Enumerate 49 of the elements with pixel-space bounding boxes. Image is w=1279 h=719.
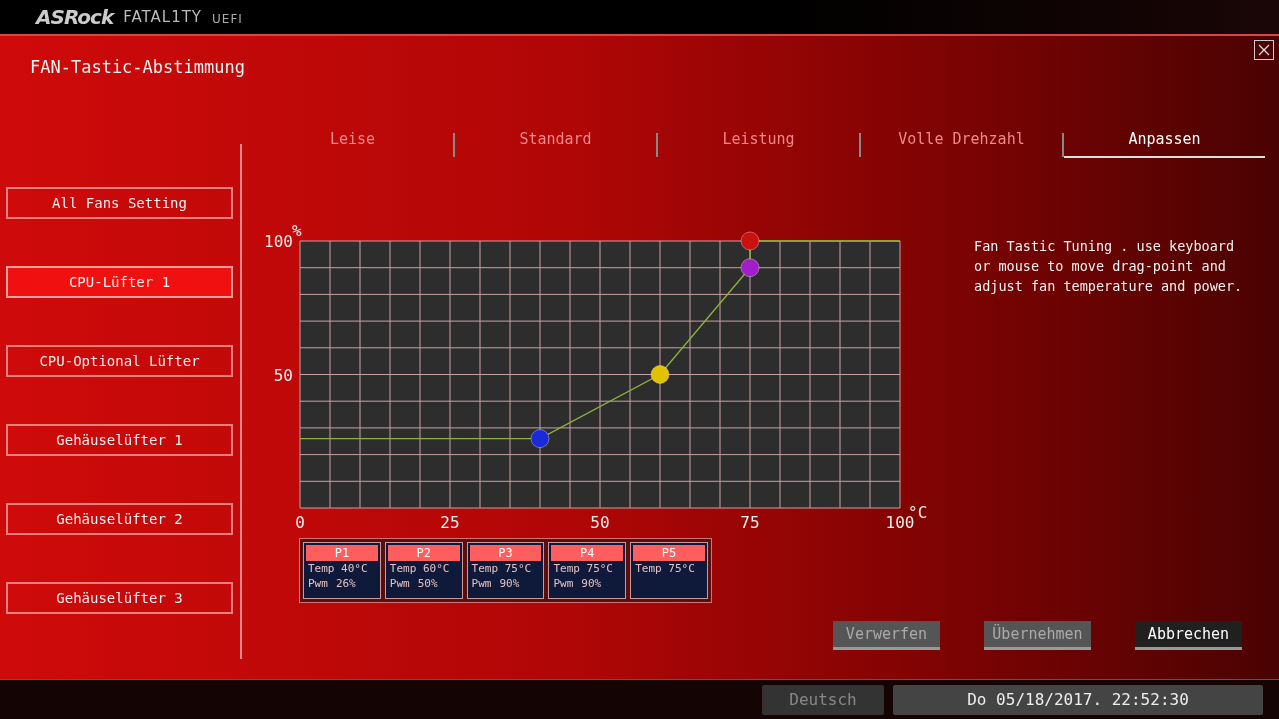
tab[interactable]: Standard <box>455 122 656 158</box>
tab[interactable]: Leise <box>252 122 453 158</box>
x-tick-label: 50 <box>590 513 610 530</box>
sidebar-item[interactable]: Gehäuselüfter 2 <box>6 503 233 535</box>
window-title: FAN-Tastic-Abstimmung <box>30 57 245 79</box>
temp-value: Temp 75°C <box>635 561 695 576</box>
uefi-label: UEFI <box>212 12 243 26</box>
point-header: P1 <box>306 545 378 561</box>
temp-value: Temp 60°C <box>389 561 450 576</box>
x-tick-label: 25 <box>440 513 460 530</box>
drag-point[interactable] <box>650 365 670 384</box>
temp-value: Temp 40°C <box>308 561 368 576</box>
temp-value: Temp 75°C <box>471 561 532 576</box>
pwm-value: 90% <box>581 576 602 591</box>
y-axis-unit: % <box>292 221 302 240</box>
tab[interactable]: Leistung <box>658 122 859 158</box>
pwm-value: 26% <box>335 576 356 591</box>
close-button[interactable] <box>1254 40 1274 60</box>
y-tick-label: 100 <box>264 232 293 251</box>
pwm-value: 50% <box>417 576 438 591</box>
close-icon <box>1257 43 1271 57</box>
point-header: P3 <box>469 545 542 561</box>
description-text: Fan Tastic Tuning . use keyboard or mouse to move drag-point and adjust fan temperature and power. <box>974 237 1244 296</box>
sidebar-item[interactable]: All Fans Setting <box>6 187 233 219</box>
point-header: P5 <box>633 545 705 561</box>
point-header: P4 <box>551 545 624 561</box>
pwm-label: Pwm <box>553 576 574 591</box>
sidebar-item[interactable]: CPU-Optional Lüfter <box>6 345 233 377</box>
language-button[interactable]: Deutsch <box>762 684 884 715</box>
tab[interactable]: Anpassen <box>1064 122 1265 158</box>
x-tick-label: 75 <box>740 513 760 530</box>
pwm-label: Pwm <box>308 576 328 591</box>
datetime-display: Do 05/18/2017. 22:52:30 <box>893 684 1263 715</box>
tab[interactable]: Volle Drehzahl <box>861 122 1062 158</box>
drag-point[interactable] <box>740 231 760 251</box>
pwm-label: Pwm <box>471 576 492 591</box>
pwm-value: 90% <box>499 576 520 591</box>
y-tick-label: 50 <box>273 365 293 385</box>
product-logo: FATAL1TY <box>123 8 203 26</box>
x-tick-label: 0 <box>295 513 305 530</box>
drag-point[interactable] <box>740 258 760 278</box>
pwm-label: Pwm <box>389 576 410 591</box>
action-button[interactable]: Abbrechen <box>1135 621 1242 650</box>
sidebar-item[interactable]: Gehäuselüfter 3 <box>6 582 233 614</box>
temp-value: Temp 75°C <box>553 561 613 576</box>
sidebar-item[interactable]: Gehäuselüfter 1 <box>6 424 233 456</box>
brand-logo: ASRock <box>36 5 114 29</box>
sidebar-item[interactable]: CPU-Lüfter 1 <box>6 266 233 298</box>
point-header: P2 <box>387 545 460 561</box>
